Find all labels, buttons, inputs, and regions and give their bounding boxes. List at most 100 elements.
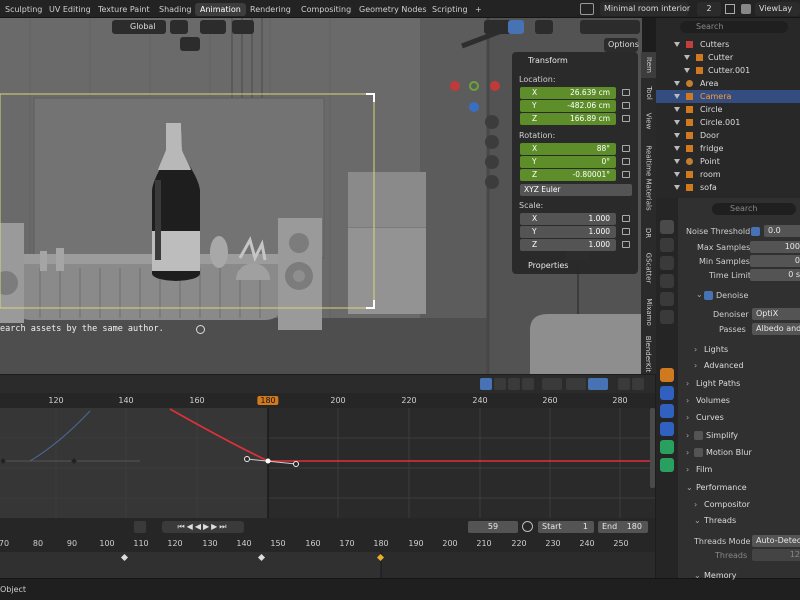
camera-view-icon[interactable] [485,155,499,169]
outliner-search-input[interactable]: Search [680,21,788,33]
zoom-icon[interactable] [485,115,499,129]
data-tab-icon[interactable] [660,458,674,472]
curves-panel[interactable]: › Curves [682,410,800,425]
list-item[interactable]: Camera [656,90,800,103]
motion-blur-panel[interactable]: › Motion Blur [682,445,800,460]
copy-icon[interactable] [725,4,735,14]
output-tab-icon[interactable] [660,256,674,270]
lights-panel[interactable]: › Lights [690,342,800,357]
lock-icon[interactable] [622,215,630,222]
rotation-y-field[interactable]: Y 0° [520,156,616,168]
end-frame-field[interactable]: End 180 [598,521,648,533]
list-item[interactable]: sofa [656,181,800,194]
lock-icon[interactable] [622,145,630,152]
grab-icon[interactable] [508,378,520,390]
properties-search-input[interactable]: Search [712,203,796,215]
list-item[interactable]: Area [656,77,800,90]
list-item[interactable]: Cutter.001 [656,64,800,77]
time-limit-field[interactable]: 0 s [750,269,800,281]
side-tab-dr[interactable]: DR [641,222,656,244]
filter-icon[interactable] [542,378,562,390]
tab-texture-paint[interactable]: Texture Paint [93,3,155,16]
gizmo-y-axis[interactable] [469,81,479,91]
options-dropdown[interactable]: Options [604,38,639,52]
cursor-icon[interactable] [522,378,534,390]
scale-y-field[interactable]: Y 1.000 [520,226,616,238]
side-tab-mixamo[interactable]: Mixamo [641,292,656,332]
select-box-icon[interactable] [494,378,506,390]
advanced-panel[interactable]: › Advanced [690,358,800,373]
world-tab-icon[interactable] [660,310,674,324]
timeline-keyframes[interactable] [0,552,655,578]
pivot-icon[interactable] [566,378,586,390]
threads-panel[interactable]: ⌄ Threads [690,513,800,528]
gizmo-x-axis[interactable] [450,81,460,91]
pan-hand-icon[interactable] [485,135,499,149]
threads-field[interactable]: 12 [752,549,800,561]
lock-icon[interactable] [622,102,630,109]
scale-z-field[interactable]: Z 1.000 [520,239,616,251]
denoise-checkbox[interactable] [704,291,713,300]
render-tab-icon[interactable] [660,238,674,252]
rotation-z-field[interactable]: Z -0.80001° [520,169,616,181]
passes-dropdown[interactable]: Albedo and N [752,323,800,335]
lock-icon[interactable] [622,241,630,248]
threads-mode-dropdown[interactable]: Auto-Detect [752,535,800,547]
gizmo-x-axis-neg[interactable] [490,81,500,91]
min-samples-field[interactable]: 0 [750,255,800,267]
max-samples-field[interactable]: 100 [750,241,800,253]
side-tab-realtime-materials[interactable]: Realtime Materials [641,136,656,220]
constraints-tab-icon[interactable] [660,440,674,454]
playback-buttons[interactable]: ⏮◀◀▶▶⏭ [162,521,244,533]
view-layer-field[interactable]: ViewLay [755,2,800,16]
modifier-tab-icon[interactable] [660,386,674,400]
lock-icon[interactable] [622,171,630,178]
properties-header[interactable]: Properties [528,261,568,270]
view-layer-tab-icon[interactable] [660,274,674,288]
viewport-extra-button[interactable] [180,37,200,51]
list-item[interactable]: Circle [656,103,800,116]
side-tab-gscatter[interactable]: GScatter [641,246,656,290]
pivot-point-button[interactable] [170,20,188,34]
start-frame-field[interactable]: Start 1 [538,521,594,533]
gizmo-z-axis[interactable] [469,102,479,112]
list-item[interactable]: fridge [656,142,800,155]
timeline-ruler[interactable]: 70 80 90 100 110 120 130 140 150 160 170… [0,536,655,552]
record-icon[interactable] [134,521,146,533]
location-z-field[interactable]: Z 166.89 cm [520,113,616,125]
current-frame-field[interactable]: 59 [468,521,518,533]
scale-x-field[interactable]: X 1.000 [520,213,616,225]
current-frame-marker[interactable]: 180 [257,396,279,405]
tab-scripting[interactable]: Scripting [427,3,473,16]
graph-frame-ruler[interactable]: 120 140 160 180 200 220 240 260 280 [0,393,655,408]
proportional-edit-button[interactable] [232,20,254,34]
list-item[interactable]: Point [656,155,800,168]
tab-compositing[interactable]: Compositing [296,3,356,16]
lock-camera-icon[interactable] [485,175,499,189]
performance-panel[interactable]: ⌄ Performance [682,480,800,495]
side-tab-view[interactable]: View [641,108,656,134]
side-tab-tool[interactable]: Tool [641,80,656,106]
denoise-label[interactable]: Denoise [716,291,748,300]
list-item[interactable]: Cutters [656,38,800,51]
location-y-field[interactable]: Y -482.06 cm [520,100,616,112]
simplify-checkbox[interactable] [694,431,703,440]
tool-tab-icon[interactable] [660,220,674,234]
object-tab-icon[interactable] [660,368,674,382]
rotation-mode-dropdown[interactable]: XYZ Euler [520,184,632,196]
tab-rendering[interactable]: Rendering [245,3,296,16]
memory-panel[interactable]: ⌄ Memory [690,568,800,583]
snap-button[interactable] [200,20,226,34]
list-item[interactable]: Door [656,129,800,142]
snap-icon[interactable] [588,378,608,390]
simplify-panel[interactable]: › Simplify [682,428,800,443]
lock-icon[interactable] [622,158,630,165]
denoiser-dropdown[interactable]: OptiX [752,308,800,320]
film-panel[interactable]: › Film [682,462,800,477]
tooltip-close-icon[interactable] [196,325,205,334]
lock-icon[interactable] [622,228,630,235]
add-workspace-button[interactable]: + [470,3,487,16]
list-item[interactable]: Circle.001 [656,116,800,129]
lock-icon[interactable] [622,115,630,122]
side-tab-blenderkit[interactable]: BlenderKit [641,334,656,374]
